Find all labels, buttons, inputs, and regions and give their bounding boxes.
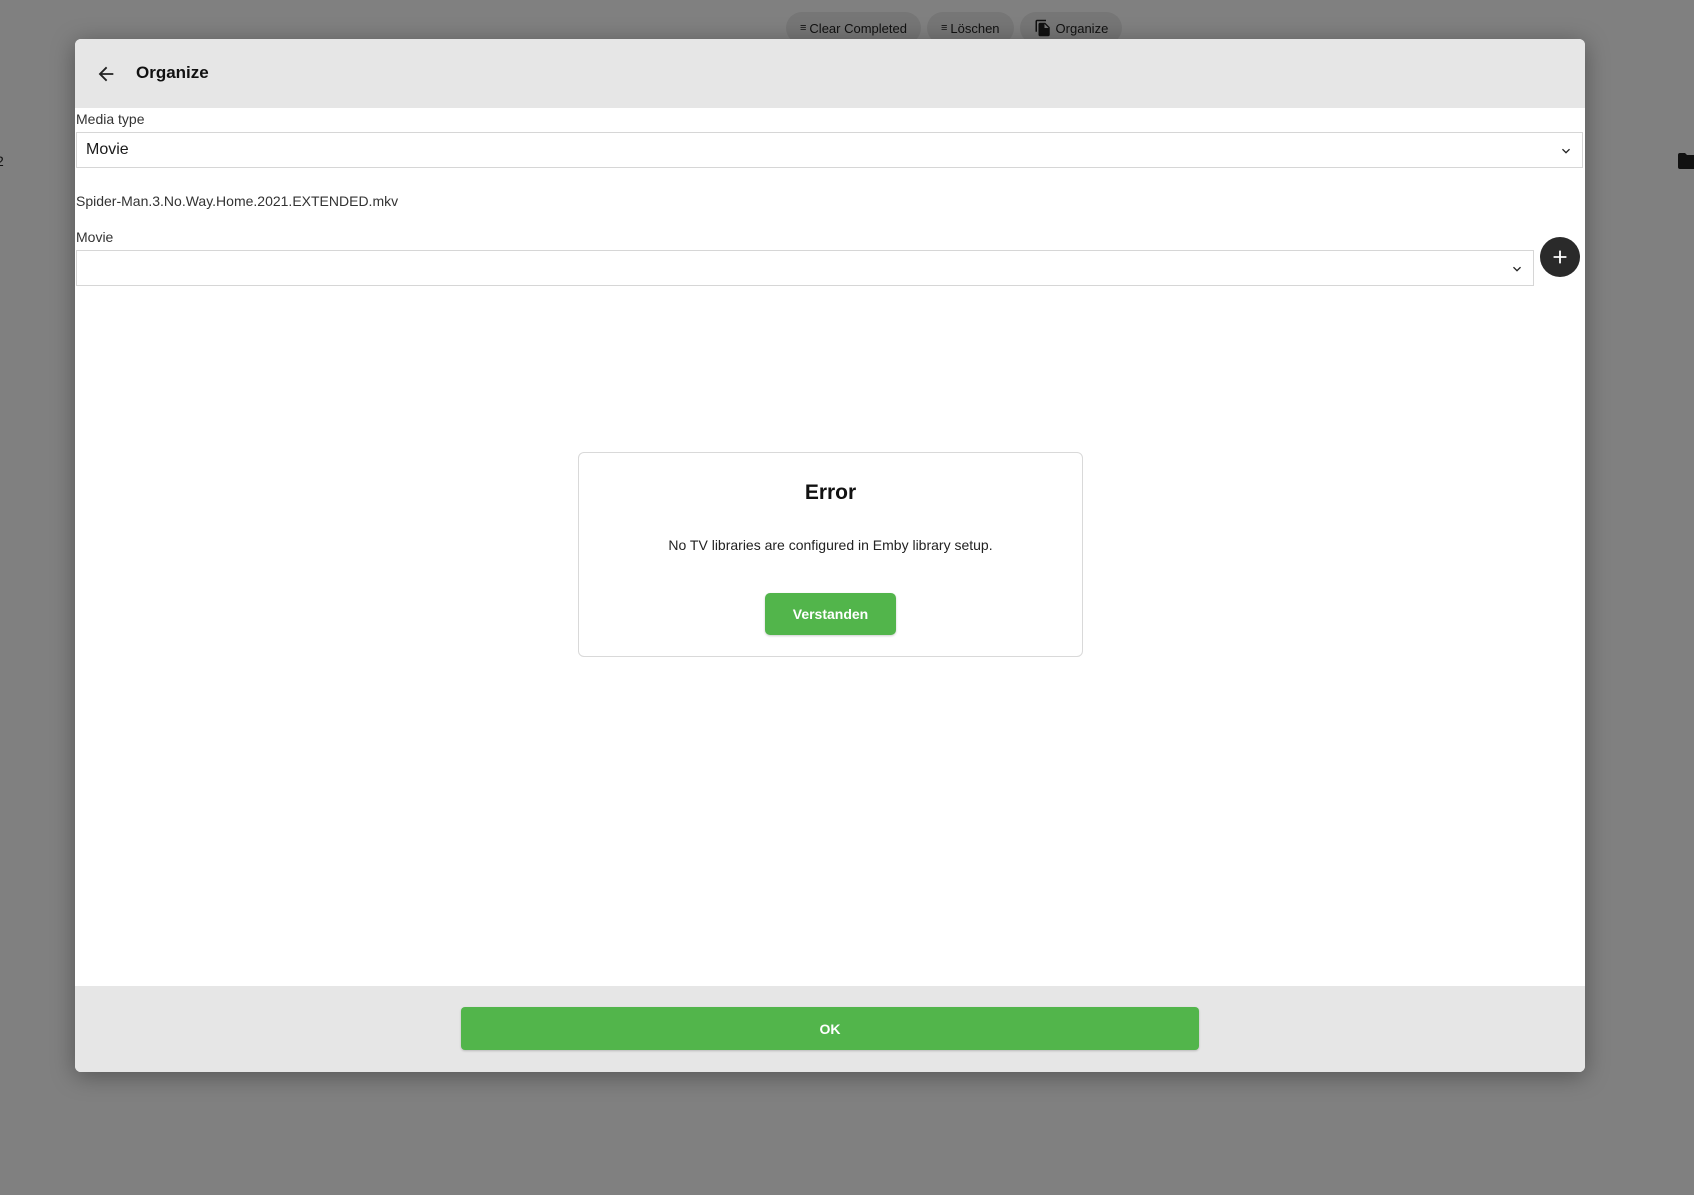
- error-dialog: Error No TV libraries are configured in …: [578, 452, 1083, 657]
- error-message: No TV libraries are configured in Emby l…: [668, 537, 993, 553]
- sort-lines-icon: ≡: [800, 22, 807, 34]
- file-copy-icon: [1035, 19, 1050, 37]
- plus-icon: [1553, 250, 1567, 264]
- chevron-down-icon: [1513, 266, 1521, 272]
- clear-completed-label: Clear Completed: [809, 20, 907, 36]
- sort-lines-icon: ≡: [940, 22, 948, 34]
- delete-label: Löschen: [950, 20, 1000, 36]
- media-type-select[interactable]: Movie: [76, 132, 1583, 168]
- ok-button[interactable]: OK: [461, 1007, 1199, 1050]
- confirm-button[interactable]: Verstanden: [765, 593, 896, 635]
- file-name: Spider-Man.3.No.Way.Home.2021.EXTENDED.m…: [76, 193, 399, 209]
- dialog-footer: OK: [75, 986, 1585, 1072]
- media-type-label: Media type: [76, 111, 145, 127]
- back-button[interactable]: [93, 61, 119, 87]
- movie-select[interactable]: [76, 250, 1534, 286]
- dialog-header: Organize: [75, 39, 1585, 108]
- organize-label: Organize: [1055, 20, 1109, 36]
- add-movie-button[interactable]: [1540, 237, 1580, 277]
- error-title: Error: [804, 481, 857, 504]
- media-type-value: Movie: [86, 141, 129, 158]
- movie-label: Movie: [76, 229, 114, 245]
- background-partial-text: 2: [0, 153, 4, 169]
- folder-icon: [1678, 153, 1694, 169]
- chevron-down-icon: [1562, 148, 1570, 154]
- arrow-back-icon: [98, 66, 114, 82]
- dialog-title: Organize: [136, 63, 209, 82]
